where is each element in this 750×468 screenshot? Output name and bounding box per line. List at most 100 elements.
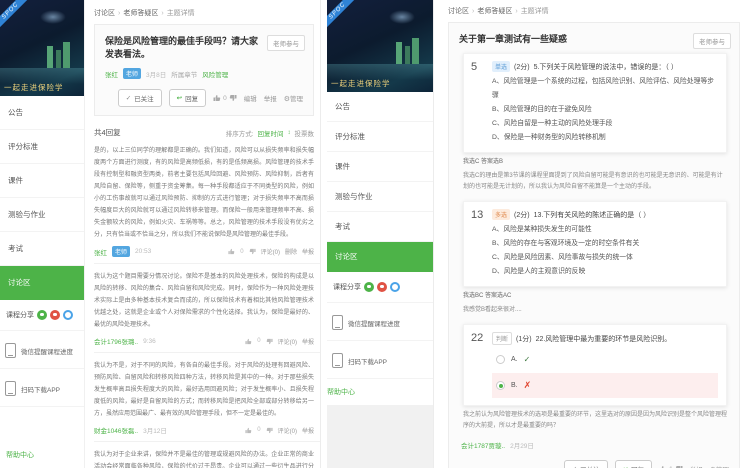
option-b: B、风险的存在与客观环境及一定的时空条件有关 [492,237,718,251]
thumbs-up-icon[interactable] [245,427,252,434]
reply-button[interactable]: ↩回复 [169,89,206,107]
comment-link[interactable]: 评论(0) [278,426,297,435]
thumbs-up-icon[interactable] [245,338,252,345]
teacher-join-badge: 老师参与 [693,33,731,49]
chapter-link[interactable]: 风险管理 [202,69,228,79]
thread-date: 3月8日 [146,69,166,79]
thread-card: 保险是风险管理的最佳手段吗？请大家发表看法。 老师参与 张红 老师 3月8日 所… [94,24,314,116]
reply-text: 是的，以上三位同学的理解都是正确的。我们知道，风险可以从损失频率和损失幅度两个方… [94,145,314,241]
wechat-reminder-box[interactable]: 微信提醒课程进度 [0,333,84,369]
sidebar-item-discussion[interactable]: 讨论区 [327,242,433,272]
course-cover[interactable]: SPOC 一起走进保险学 [0,0,84,96]
report-link[interactable]: 举报 [690,464,703,468]
comment-link[interactable]: 评论(0) [278,337,297,346]
wechat-reminder-label: 微信提醒课程进度 [21,346,73,356]
followed-button[interactable]: ✓已关注 [564,460,608,468]
sidebar-item-announcements[interactable]: 公告 [0,96,84,130]
thumbs-up-icon[interactable] [213,94,221,102]
sidebar-item-grading[interactable]: 评分标准 [327,122,433,152]
phone-icon [5,343,16,358]
radio-unselected-icon[interactable] [496,355,505,364]
edit-link[interactable]: 编辑 [244,93,257,103]
report-link[interactable]: 举报 [302,337,314,346]
sidebar-item-grading[interactable]: 评分标准 [0,130,84,164]
sidebar-item-courseware[interactable]: 课件 [0,164,84,198]
sidebar-item-exams[interactable]: 考试 [0,232,84,266]
report-link[interactable]: 举报 [264,93,277,103]
thread-date: 2月29日 [510,440,534,450]
course-cover[interactable]: SPOC 一起走进保险学 [327,0,433,92]
weibo-share-icon[interactable] [50,310,60,320]
radio-selected-icon[interactable] [496,381,505,390]
thread-author[interactable]: 张红 [105,69,118,79]
thumbs-down-icon[interactable] [229,94,237,102]
answer-note: 我选C 答案选B [463,157,727,168]
breadcrumb: 讨论区›老师答疑区›主题详情 [94,8,320,18]
wechat-share-icon[interactable] [364,282,374,292]
help-center-link[interactable]: 帮助中心 [0,442,84,468]
delete-link[interactable]: 删除 [285,247,297,256]
breadcrumb-teacher-qa[interactable]: 老师答疑区 [123,10,158,17]
question-block-5: 5 单选 (2分) 5.下列关于风险管理的说法中，错误的是：（ ） A、风险管理… [463,53,727,153]
thumbs-down-icon[interactable] [249,248,256,255]
wechat-reminder-box[interactable]: 微信提醒课程进度 [327,305,433,341]
reply-author[interactable]: 财金1046张磊.. [94,425,138,435]
choice-row-a[interactable]: A. ✓ [492,348,718,371]
option-a: A、风险是某种损失发生的可能性 [492,223,718,237]
option-d: D、保险是一种财务型的风险转移机制 [492,131,718,145]
phone-icon [5,381,16,396]
option-a: A、风险管理是一个系统的过程，包括风险识别、风险评估、风险处理等步骤 [492,75,718,103]
question-points: (2分) [514,62,530,72]
breadcrumb-discussion[interactable]: 讨论区 [448,8,469,15]
sort-by-votes[interactable]: 投票数 [295,128,315,138]
thumbs-up-icon[interactable] [228,248,235,255]
spoc-ribbon: SPOC [327,0,359,33]
sidebar-item-courseware[interactable]: 课件 [327,152,433,182]
question-block-13: 13 多选 (2分) 13.下列有关风险的陈述正确的是（ ） A、风险是某种损失… [463,201,727,287]
report-link[interactable]: 举报 [302,426,314,435]
qq-share-icon[interactable] [390,282,400,292]
reply-author[interactable]: 会计1796张璐.. [94,336,138,346]
sidebar-item-discussion[interactable]: 讨论区 [0,266,84,300]
single-choice-tag: 单选 [492,61,510,72]
answer-note: 我选BC 答案选AC [463,291,727,302]
thread-author[interactable]: 会计1787贾璇.. [461,440,505,450]
help-center-link[interactable]: 帮助中心 [321,379,433,405]
option-c: C、风险自留是一种主动的风险处理手段 [492,117,718,131]
sidebar-item-exams[interactable]: 考试 [327,212,433,242]
thumbs-down-icon[interactable] [266,427,273,434]
sidebar-item-quizzes[interactable]: 测验与作业 [0,198,84,232]
chevron-right-icon: › [515,8,517,15]
sort-arrows-icon: ↕ [288,130,291,136]
sort-label: 排序方式: [226,128,254,138]
reply-button[interactable]: ↩回复 [615,460,652,468]
scan-app-box[interactable]: 扫码下载APP [327,343,433,379]
reply-date: 9:36 [143,338,156,345]
reply-arrow-icon: ↩ [177,94,182,102]
breadcrumb-teacher-qa[interactable]: 老师答疑区 [477,8,512,15]
scan-app-label: 扫码下载APP [348,356,387,366]
comment-link[interactable]: 评论(0) [261,247,280,256]
scan-app-box[interactable]: 扫码下载APP [0,371,84,407]
breadcrumb-discussion[interactable]: 讨论区 [94,10,115,17]
sidebar-item-announcements[interactable]: 公告 [327,92,433,122]
cover-art [40,10,66,24]
manage-link[interactable]: ⚙管理 [284,93,303,103]
report-link[interactable]: 举报 [302,247,314,256]
choice-row-b[interactable]: B. ✗ [492,373,718,398]
qq-share-icon[interactable] [63,310,73,320]
reply-text: 我认为这个题目需要分情况讨论。保险不是基本的风险处理技术，保险的构成是以风险的转… [94,271,314,331]
manage-link[interactable]: ⚙管理 [710,464,729,468]
like-count: 0 [257,427,260,433]
wechat-share-icon[interactable] [37,310,47,320]
question-number: 22 [471,332,483,344]
sort-by-time[interactable]: 回复时间 [258,128,284,138]
sidebar-item-quizzes[interactable]: 测验与作业 [327,182,433,212]
thumbs-down-icon[interactable] [266,338,273,345]
weibo-share-icon[interactable] [377,282,387,292]
wechat-reminder-label: 微信提醒课程进度 [348,318,400,328]
page: SPOC 一起走进保险学 公告 评分标准 课件 测验与作业 考试 讨论区 课程分… [0,0,750,468]
phone-icon [332,353,343,368]
followed-button[interactable]: ✓已关注 [118,89,162,107]
reply-author[interactable]: 张红 [94,247,107,257]
